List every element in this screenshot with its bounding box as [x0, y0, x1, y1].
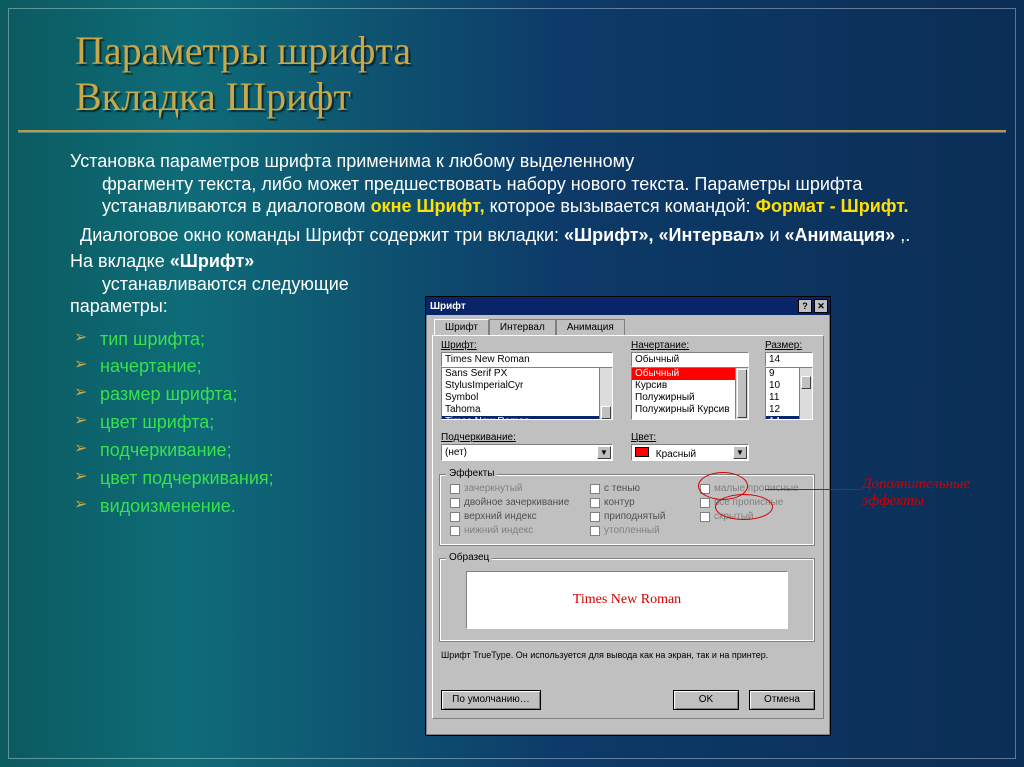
font-scrollbar[interactable] — [599, 368, 612, 419]
ok-button[interactable]: OK — [673, 690, 739, 710]
font-option-selected[interactable]: Times New Roman — [442, 416, 612, 420]
font-option[interactable]: StylusImperialCyr — [442, 380, 612, 392]
style-input[interactable]: Обычный — [631, 352, 749, 367]
size-scrollbar[interactable] — [799, 368, 812, 419]
sample-text: Times New Roman — [573, 592, 681, 608]
underline-value: (нет) — [445, 447, 467, 458]
effect-subscript[interactable]: нижний индекс — [450, 525, 569, 536]
font-option[interactable]: Tahoma — [442, 404, 612, 416]
p2-d: «Анимация» — [785, 225, 896, 245]
p2-c: и — [769, 225, 784, 245]
color-value: Красный — [656, 449, 696, 460]
style-value: Обычный — [635, 354, 679, 365]
style-scrollbar[interactable] — [735, 368, 748, 419]
style-list[interactable]: Обычный Курсив Полужирный Полужирный Кур… — [631, 367, 749, 420]
help-button[interactable]: ? — [798, 299, 812, 313]
callout-connector — [765, 489, 860, 490]
chevron-down-icon[interactable]: ▼ — [597, 446, 611, 459]
font-input[interactable]: Times New Roman — [441, 352, 613, 367]
close-button[interactable]: ✕ — [814, 299, 828, 313]
underline-label: Подчеркивание: — [441, 432, 516, 443]
tab-row: Шрифт Интервал Анимация — [434, 319, 830, 335]
font-dialog: Шрифт ? ✕ Шрифт Интервал Анимация Шрифт:… — [425, 296, 831, 736]
effect-superscript[interactable]: верхний индекс — [450, 511, 569, 522]
effect-emboss[interactable]: приподнятый — [590, 511, 665, 522]
p2-a: Диалоговое окно команды Шрифт содержит т… — [80, 225, 564, 245]
dialog-title: Шрифт — [430, 301, 466, 312]
sample-caption: Образец — [446, 552, 492, 563]
size-input[interactable]: 14 — [765, 352, 813, 367]
callout-label: Дополнительные эффекты — [862, 476, 1002, 510]
color-chip-icon — [635, 447, 649, 457]
p2-b: «Шрифт», «Интервал» — [564, 225, 764, 245]
paragraph-3: На вкладке «Шрифт» устанавливаются следу… — [70, 250, 420, 318]
hint-text: Шрифт TrueType. Он используется для выво… — [441, 650, 815, 660]
color-dropdown[interactable]: Красный ▼ — [631, 444, 749, 461]
size-list[interactable]: 9 10 11 12 14 — [765, 367, 813, 420]
font-option[interactable]: Sans Serif PX — [442, 368, 612, 380]
font-value: Times New Roman — [445, 354, 530, 365]
sample-group: Образец Times New Roman — [439, 558, 815, 642]
chevron-down-icon[interactable]: ▼ — [733, 446, 747, 459]
p3-c: устанавливаются следующие параметры: — [70, 274, 349, 317]
p1-mid: которое вызывается командой: — [490, 196, 756, 216]
default-button[interactable]: По умолчанию… — [441, 690, 541, 710]
tab-animation[interactable]: Анимация — [556, 319, 625, 335]
tab-interval[interactable]: Интервал — [489, 319, 556, 335]
tab-panel: Шрифт: Times New Roman Sans Serif PX Sty… — [432, 335, 824, 719]
effect-outline[interactable]: контур — [590, 497, 665, 508]
sample-preview: Times New Roman — [466, 571, 788, 629]
p3-a: На вкладке — [70, 251, 170, 271]
slide-title: Параметры шрифта Вкладка Шрифт — [75, 28, 411, 120]
font-list[interactable]: Sans Serif PX StylusImperialCyr Symbol T… — [441, 367, 613, 420]
p1-highlight-a: окне Шрифт, — [371, 196, 485, 216]
callout-oval-2 — [715, 494, 773, 520]
color-label: Цвет: — [631, 432, 656, 443]
style-option-selected[interactable]: Обычный — [632, 368, 748, 380]
p1-line1: Установка параметров шрифта применима к … — [70, 151, 634, 171]
size-value: 14 — [769, 354, 780, 365]
p2-e: ,. — [900, 225, 910, 245]
title-divider — [18, 130, 1006, 133]
paragraph-1: Установка параметров шрифта применима к … — [70, 150, 996, 218]
effects-caption: Эффекты — [446, 468, 497, 479]
style-label: Начертание: — [631, 340, 689, 351]
effect-shadow[interactable]: с тенью — [590, 483, 665, 494]
effect-strikethrough[interactable]: зачеркнутый — [450, 483, 569, 494]
tab-font[interactable]: Шрифт — [434, 319, 489, 335]
dialog-titlebar[interactable]: Шрифт ? ✕ — [426, 297, 830, 315]
cancel-button[interactable]: Отмена — [749, 690, 815, 710]
font-label: Шрифт: — [441, 340, 477, 351]
font-option[interactable]: Symbol — [442, 392, 612, 404]
style-option[interactable]: Полужирный Курсив — [632, 404, 748, 416]
paragraph-2: Диалоговое окно команды Шрифт содержит т… — [80, 224, 996, 247]
title-line2: Вкладка Шрифт — [75, 74, 351, 119]
style-option[interactable]: Курсив — [632, 380, 748, 392]
style-option[interactable]: Полужирный — [632, 392, 748, 404]
p3-b: «Шрифт» — [170, 251, 255, 271]
effect-engrave[interactable]: утопленный — [590, 525, 665, 536]
effect-double-strike[interactable]: двойное зачеркивание — [450, 497, 569, 508]
underline-dropdown[interactable]: (нет) ▼ — [441, 444, 613, 461]
size-label: Размер: — [765, 340, 802, 351]
p1-highlight-b: Формат - Шрифт. — [756, 196, 909, 216]
title-line1: Параметры шрифта — [75, 28, 411, 73]
